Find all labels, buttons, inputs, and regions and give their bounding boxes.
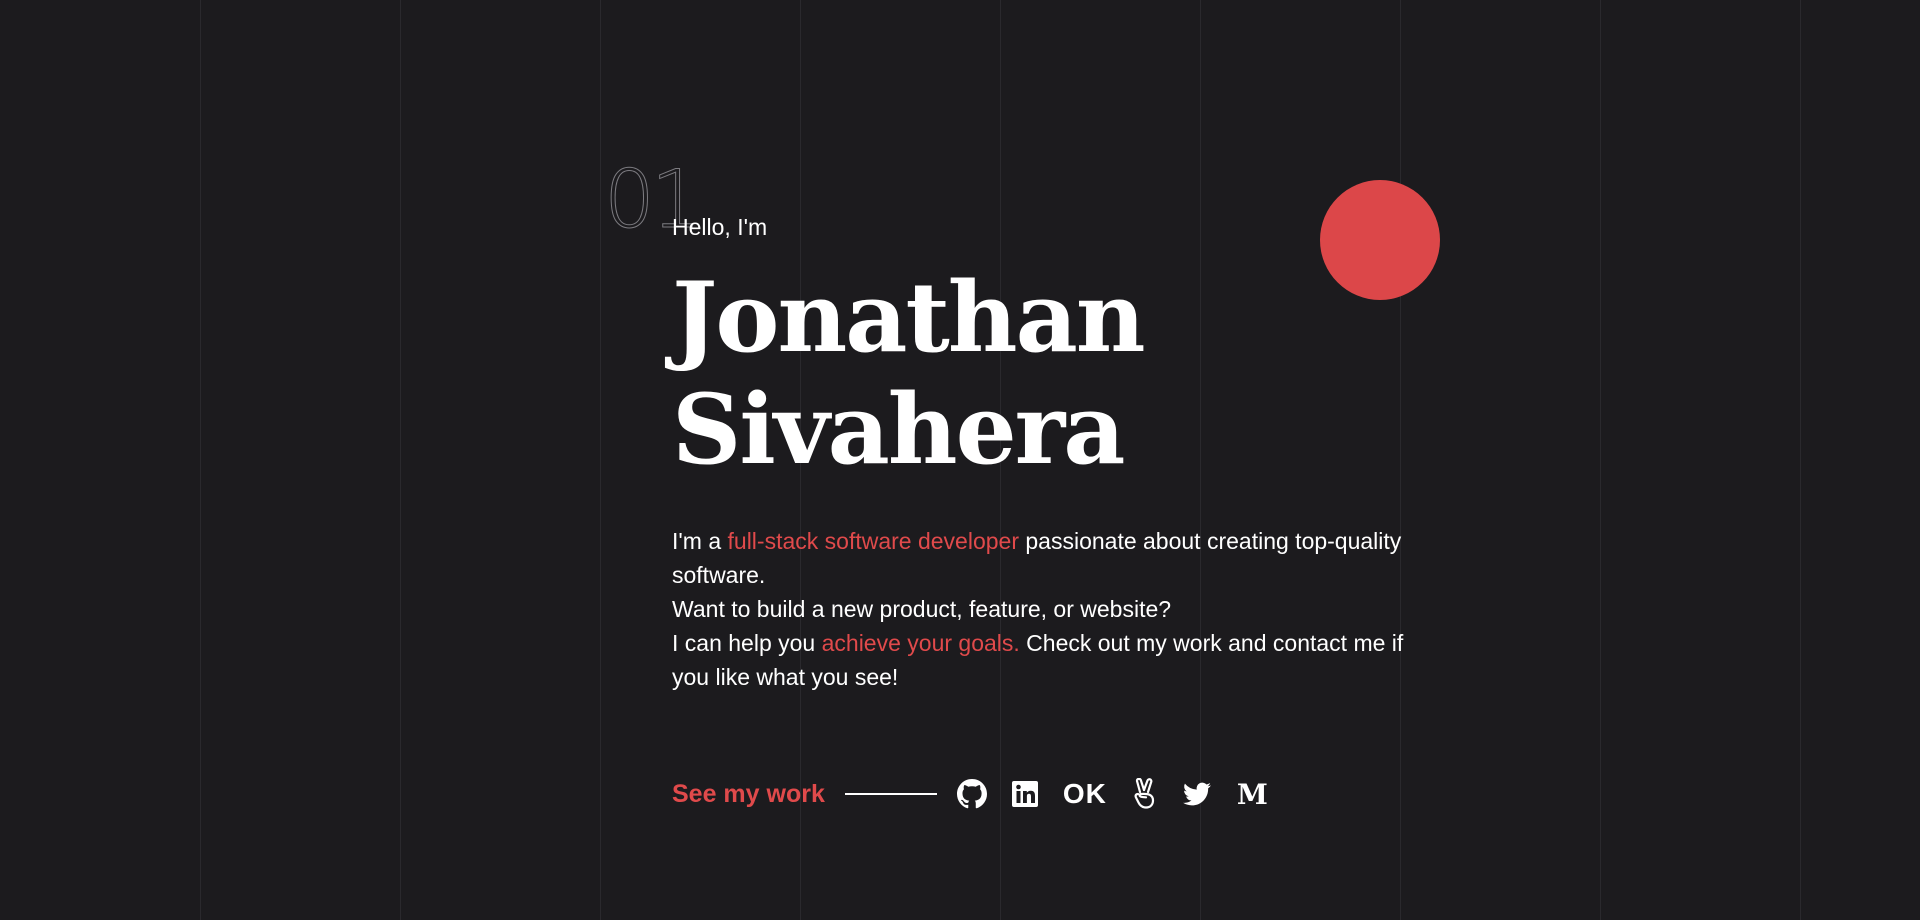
twitter-icon (1182, 782, 1211, 806)
intro-text: I can help you (672, 630, 822, 656)
grid-line (400, 0, 401, 920)
last-name: Sivahera (672, 373, 1125, 486)
see-my-work-link[interactable]: See my work (672, 780, 825, 809)
social-links: OK M (956, 777, 1268, 811)
hero-section: 01 Hello, I'm Jonathan Sivahera I'm a fu… (604, 0, 1432, 920)
github-link[interactable] (956, 778, 987, 810)
twitter-link[interactable] (1181, 778, 1213, 810)
ok-icon: OK (1062, 778, 1107, 809)
github-icon (956, 779, 987, 809)
intro-question: Want to build a new product, feature, or… (672, 596, 1172, 622)
cta-divider-line (844, 793, 937, 795)
linkedin-icon (1011, 781, 1038, 807)
hero-name: Jonathan Sivahera (672, 261, 1146, 486)
cta-row: See my work OK M (672, 774, 1268, 814)
grid-line (1600, 0, 1601, 920)
intro-highlight-goals: achieve your goals. (821, 630, 1020, 656)
medium-link[interactable]: M (1236, 777, 1268, 811)
greeting-text: Hello, I'm (672, 214, 768, 240)
medium-icon: M (1236, 777, 1268, 811)
grid-line (600, 0, 601, 920)
first-name: Jonathan (672, 261, 1146, 374)
linkedin-link[interactable] (1011, 778, 1039, 810)
grid-line (1800, 0, 1801, 920)
intro-text: I'm a (672, 528, 728, 554)
intro-highlight-role: full-stack software developer (727, 528, 1019, 554)
grid-line (200, 0, 201, 920)
ok-link[interactable]: OK (1063, 778, 1107, 810)
angellist-link[interactable] (1131, 778, 1157, 810)
victory-hand-icon (1134, 778, 1154, 809)
intro-paragraph: I'm a full-stack software developer pass… (672, 524, 1432, 694)
